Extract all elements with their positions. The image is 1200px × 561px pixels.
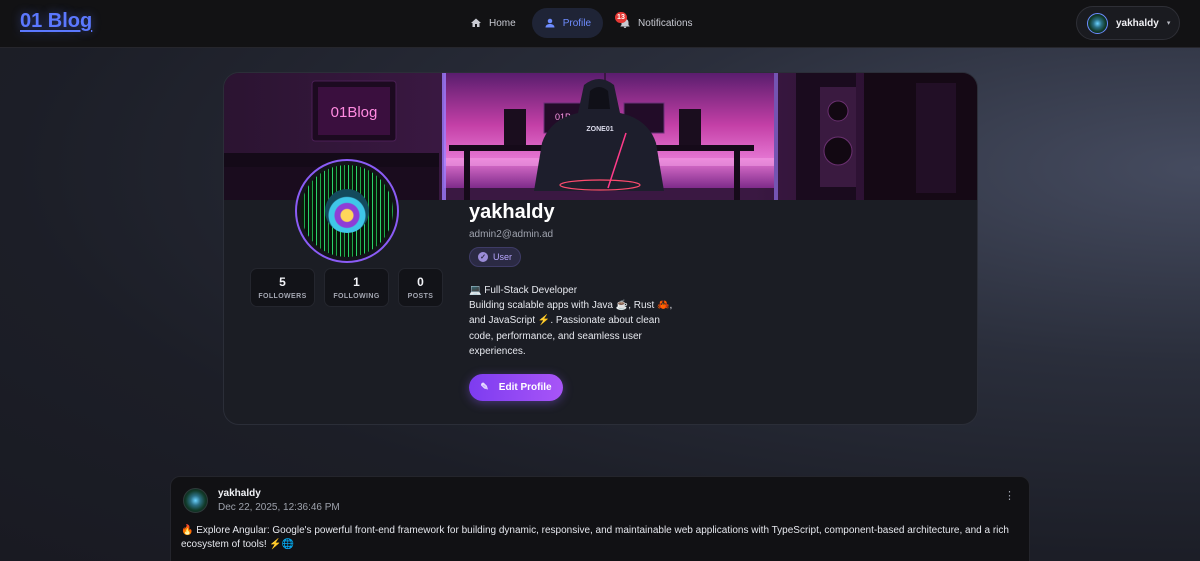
chevron-down-icon: ▾ [1166, 20, 1171, 27]
post-content: 🔥 Explore Angular: Google's powerful fro… [181, 525, 1009, 550]
stat-following[interactable]: 1 FOLLOWING [324, 268, 389, 307]
stat-following-label: FOLLOWING [333, 293, 380, 300]
top-navbar: 01 Blog Home Profile 13 Notifications ya… [0, 0, 1200, 48]
nav-profile[interactable]: Profile [531, 8, 604, 38]
post-author[interactable]: yakhaldy [218, 488, 261, 499]
bio-line: experiences. [469, 345, 526, 357]
brand-logo-link[interactable]: 01 Blog [20, 10, 92, 33]
banner-sign-text: 01Blog [331, 104, 378, 121]
nav-notifications-label: Notifications [638, 17, 693, 29]
edit-profile-label: Edit Profile [498, 382, 552, 393]
bio-line: and JavaScript ⚡. Passionate about clean [469, 315, 660, 327]
home-icon [471, 18, 481, 27]
user-menu-username: yakhaldy [1116, 17, 1159, 29]
profile-email: admin2@admin.ad [469, 229, 554, 240]
post-timestamp: Dec 22, 2025, 12:36:46 PM [218, 502, 340, 513]
avatar [1087, 12, 1108, 34]
user-menu-button[interactable]: yakhaldy ▾ [1076, 6, 1180, 40]
nav-profile-label: Profile [562, 17, 592, 29]
role-badge: ✓ User [469, 247, 522, 267]
profile-bio: 💻 Full-Stack Developer Building scalable… [469, 283, 689, 359]
edit-profile-button[interactable]: ✎ Edit Profile [469, 374, 563, 401]
stat-followers[interactable]: 5 FOLLOWERS [250, 268, 315, 307]
profile-username: yakhaldy [469, 201, 555, 223]
stat-following-value: 1 [353, 275, 360, 289]
pencil-icon: ✎ [480, 382, 489, 393]
stat-posts[interactable]: 0 POSTS [398, 268, 443, 307]
main-nav: Home Profile 13 Notifications [458, 8, 705, 38]
profile-avatar[interactable] [295, 159, 399, 263]
verified-check-icon: ✓ [478, 252, 488, 262]
stat-posts-value: 0 [417, 275, 424, 289]
avatar[interactable] [183, 488, 208, 513]
avatar-image [301, 165, 393, 257]
more-options-icon[interactable]: ⋮ [1004, 491, 1015, 502]
nav-notifications[interactable]: 13 Notifications [607, 8, 704, 38]
person-icon [545, 18, 555, 28]
bio-line: code, performance, and seamless user [469, 330, 642, 342]
post-card: yakhaldy Dec 22, 2025, 12:36:46 PM ⋮ 🔥 E… [170, 476, 1030, 561]
stat-followers-value: 5 [279, 275, 286, 289]
profile-card: 01Blog 01B ZONE01 5 FOLLOWERS 1 FOLLOWIN… [223, 72, 978, 425]
bio-line: Building scalable apps with Java ☕, Rust… [469, 300, 673, 312]
nav-home-label: Home [489, 17, 516, 29]
nav-home[interactable]: Home [458, 8, 528, 38]
notification-count-badge: 13 [615, 12, 627, 23]
stat-followers-label: FOLLOWERS [258, 293, 307, 300]
role-label: User [493, 252, 513, 262]
bio-line: 💻 Full-Stack Developer [469, 285, 578, 296]
stat-posts-label: POSTS [407, 293, 434, 300]
banner-jacket-text: ZONE01 [586, 126, 613, 133]
